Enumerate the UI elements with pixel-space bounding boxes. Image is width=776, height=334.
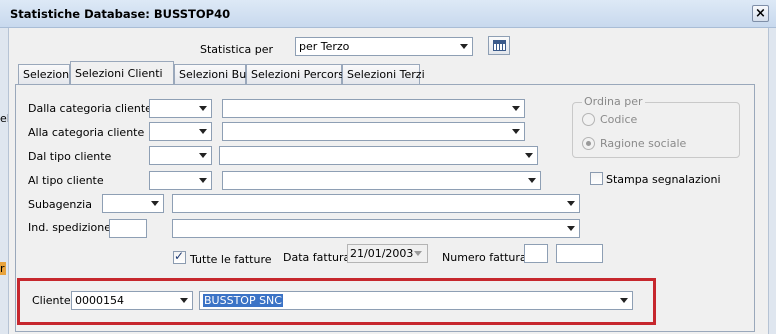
tutte-le-fatture-checkbox[interactable]: [173, 249, 186, 264]
ind-spedizione-label: Ind. spedizione: [28, 221, 112, 234]
chevron-down-icon: [199, 178, 207, 183]
chevron-down-icon: [528, 178, 536, 183]
dal-tipo-code-select[interactable]: [149, 146, 212, 165]
background-window-strip: el r: [0, 0, 10, 334]
tab-selezioni-bus[interactable]: Selezioni Bus: [174, 64, 252, 84]
chevron-down-icon: [567, 201, 575, 206]
tab-label: Selezioni Percorsi: [251, 68, 348, 81]
dalla-categoria-code-select[interactable]: [149, 99, 212, 118]
subagenzia-code-select[interactable]: [102, 194, 164, 213]
close-button[interactable]: ×: [752, 5, 769, 22]
chevron-down-icon: [199, 129, 207, 134]
cliente-label: Cliente: [32, 294, 71, 307]
dal-tipo-desc-select[interactable]: [219, 146, 538, 165]
statistica-value: per Terzo: [299, 40, 350, 53]
chevron-down-icon: [620, 298, 628, 303]
numero-fattura-to-input[interactable]: [556, 244, 603, 263]
ind-spedizione-desc-select[interactable]: [172, 219, 580, 238]
tutte-le-fatture-label: Tutte le fatture: [190, 253, 272, 266]
window-title: Statistiche Database: BUSSTOP40: [10, 7, 231, 21]
chevron-down-icon: [199, 106, 207, 111]
numero-fattura-label: Numero fattura: [442, 251, 527, 264]
chevron-down-icon: [525, 153, 533, 158]
numero-fattura-from-input[interactable]: [524, 244, 548, 263]
data-fattura-label: Data fattura: [283, 251, 351, 264]
calendar-icon: [493, 40, 506, 51]
chevron-down-icon: [180, 298, 188, 303]
data-fattura-value: 21/01/2003: [350, 247, 414, 260]
alla-categoria-desc-select[interactable]: [222, 122, 525, 141]
chevron-down-icon: [512, 129, 520, 134]
cliente-code-value: 0000154: [75, 294, 124, 307]
ordina-per-title: Ordina per: [582, 95, 645, 108]
ind-spedizione-code-input[interactable]: [109, 219, 147, 238]
alla-categoria-code-select[interactable]: [149, 122, 212, 141]
tab-selezioni-clienti[interactable]: Selezioni Clienti: [70, 61, 174, 85]
tab-selezioni-terzi[interactable]: Selezioni Terzi: [342, 64, 425, 84]
data-fattura-picker[interactable]: 21/01/2003: [347, 244, 428, 263]
title-bar: Statistiche Database: BUSSTOP40 ×: [0, 0, 776, 28]
al-tipo-desc-select[interactable]: [222, 171, 541, 190]
dalla-categoria-desc-select[interactable]: [222, 99, 525, 118]
chevron-down-icon: [512, 106, 520, 111]
tab-selezioni-percorsi[interactable]: Selezioni Percorsi: [246, 64, 347, 84]
tab-label: Selezioni Terzi: [347, 68, 425, 81]
statistics-dialog: el r Statistiche Database: BUSSTOP40 × S…: [0, 0, 776, 334]
dal-tipo-label: Dal tipo cliente: [28, 150, 112, 163]
alla-categoria-label: Alla categoria cliente: [28, 126, 145, 139]
statistica-select[interactable]: per Terzo: [295, 37, 473, 56]
stampa-segnalazioni-label: Stampa segnalazioni: [606, 173, 721, 186]
chevron-down-icon: [460, 44, 468, 49]
background-text-fragment: r: [0, 262, 6, 275]
radio-codice[interactable]: [582, 113, 595, 126]
tab-label: Selezioni Bus: [179, 68, 252, 81]
chevron-down-icon: [411, 247, 425, 260]
tab-label: Selezioni: [23, 68, 73, 81]
subagenzia-label: Subagenzia: [28, 198, 92, 211]
background-window-strip-right: [769, 28, 776, 334]
tab-label: Selezioni Clienti: [75, 67, 163, 80]
cliente-name-select[interactable]: BUSSTOP SNC: [199, 291, 633, 310]
stampa-segnalazioni-checkbox[interactable]: [590, 172, 603, 185]
al-tipo-label: Al tipo cliente: [28, 174, 104, 187]
radio-codice-label: Codice: [600, 113, 638, 126]
cliente-name-value: BUSSTOP SNC: [203, 294, 283, 307]
chevron-down-icon: [567, 226, 575, 231]
close-icon: ×: [755, 6, 766, 21]
chevron-down-icon: [151, 201, 159, 206]
chevron-down-icon: [199, 153, 207, 158]
tab-selezioni[interactable]: Selezioni: [18, 64, 73, 84]
radio-ragione-sociale-label: Ragione sociale: [600, 137, 687, 150]
calendar-button[interactable]: [488, 36, 510, 55]
al-tipo-code-select[interactable]: [149, 171, 212, 190]
dalla-categoria-label: Dalla categoria cliente: [28, 102, 152, 115]
radio-ragione-sociale[interactable]: [582, 137, 595, 150]
statistica-label: Statistica per: [200, 43, 274, 56]
cliente-code-select[interactable]: 0000154: [71, 291, 193, 310]
subagenzia-desc-select[interactable]: [172, 194, 580, 213]
